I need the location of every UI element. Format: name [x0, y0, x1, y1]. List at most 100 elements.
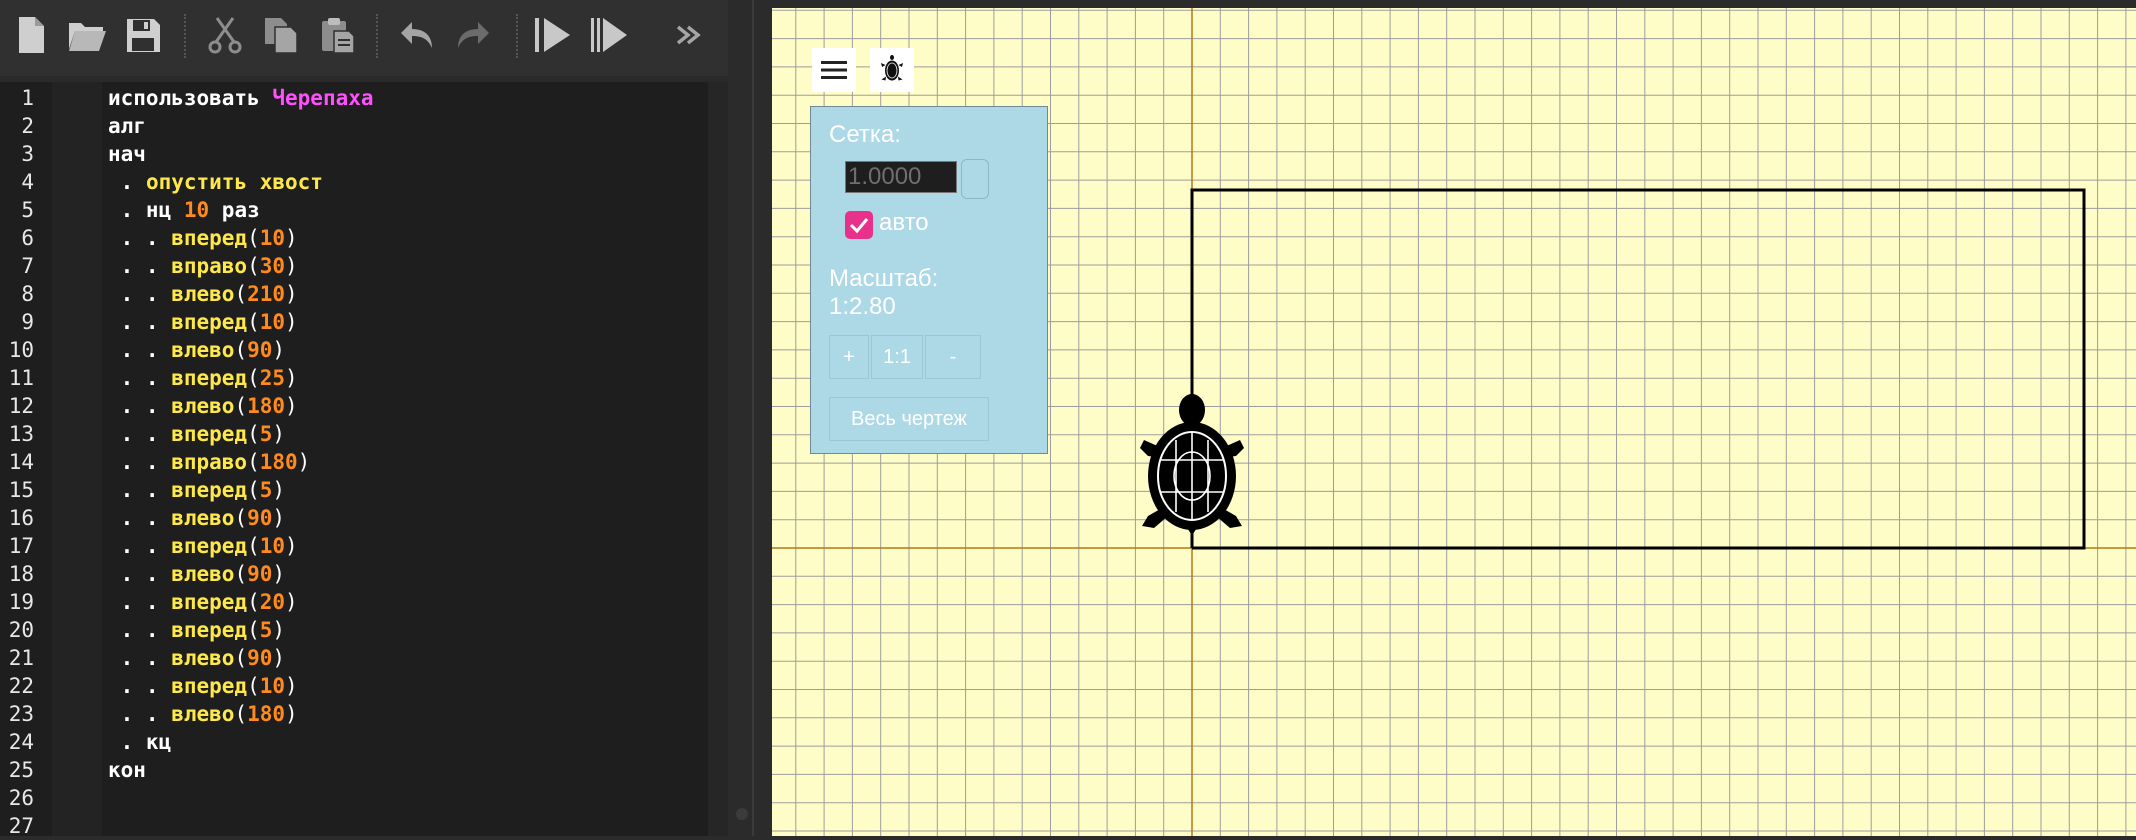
undo-button[interactable] [392, 10, 442, 60]
zoom-in-button[interactable]: + [829, 335, 869, 379]
paste-button[interactable] [312, 10, 362, 60]
line-number: 15 [8, 478, 34, 502]
code-line[interactable]: использовать Черепаха [108, 84, 374, 112]
code-token: 90 [247, 562, 273, 586]
code-line[interactable]: . . вперед(10) [108, 672, 298, 700]
open-button[interactable] [62, 10, 112, 60]
cut-button[interactable] [200, 10, 250, 60]
code-line[interactable]: . кц [108, 728, 172, 756]
pane-splitter[interactable] [728, 0, 772, 836]
code-line[interactable]: . . влево(90) [108, 504, 285, 532]
new-file-button[interactable] [6, 10, 56, 60]
code-token: . . [108, 422, 172, 446]
code-token: . . [108, 254, 172, 278]
code-line[interactable]: . . вперед(10) [108, 308, 298, 336]
code-line[interactable]: . . влево(90) [108, 560, 285, 588]
code-token: влево [171, 646, 235, 670]
code-token: ( [247, 422, 260, 446]
code-line[interactable]: . . вперед(5) [108, 420, 285, 448]
code-token: . . [108, 394, 172, 418]
code-token: . . [108, 478, 172, 502]
line-number: 13 [8, 422, 34, 446]
code-token: . . [108, 674, 172, 698]
grid-step-spinner[interactable] [961, 159, 989, 199]
line-number: 3 [21, 142, 34, 166]
code-token: вперед [171, 366, 248, 390]
code-token: 90 [247, 338, 273, 362]
editor-scrollbar[interactable] [708, 82, 728, 836]
code-line[interactable]: кон [108, 756, 146, 784]
copy-icon [265, 18, 298, 54]
line-number: 10 [8, 338, 34, 362]
auto-grid-checkbox[interactable] [845, 211, 873, 239]
auto-label: авто [879, 209, 929, 236]
code-token: 90 [247, 646, 273, 670]
code-line[interactable]: . . вправо(180) [108, 448, 311, 476]
toolbar-separator [184, 14, 186, 58]
code-token: ) [272, 618, 286, 642]
code-editor[interactable]: использовать Черепаха алг нач . опустить х… [102, 82, 708, 836]
code-line[interactable]: . . вправо(30) [108, 252, 298, 280]
whole-drawing-button[interactable]: Весь чертеж [829, 397, 989, 441]
zoom-out-button[interactable]: - [925, 335, 981, 379]
code-token: . нц [108, 198, 184, 222]
code-line[interactable]: . . вперед(5) [108, 476, 285, 504]
splitter-handle[interactable] [736, 808, 748, 820]
copy-button[interactable] [256, 10, 306, 60]
code-token: . . [108, 310, 172, 334]
code-line[interactable]: . опустить хвост [108, 168, 323, 196]
code-line[interactable]: . . влево(90) [108, 644, 285, 672]
code-token: алг [108, 114, 146, 138]
code-token: вперед [171, 422, 248, 446]
code-token: ( [247, 450, 260, 474]
line-number: 18 [8, 562, 34, 586]
code-token: ) [285, 702, 298, 726]
undo-icon [401, 22, 432, 48]
code-token: влево [171, 338, 235, 362]
code-token: вперед [171, 618, 248, 642]
code-token: ( [234, 506, 248, 530]
line-number: 5 [21, 198, 34, 222]
line-number: 23 [8, 702, 34, 726]
code-line[interactable]: . . вперед(10) [108, 224, 298, 252]
code-token: ) [272, 478, 286, 502]
code-line[interactable]: . . влево(210) [108, 280, 298, 308]
code-token: ) [285, 674, 298, 698]
code-line[interactable]: . . вперед(5) [108, 616, 285, 644]
redo-button[interactable] [448, 10, 498, 60]
turtle-button[interactable] [870, 48, 914, 92]
code-token: . . [108, 338, 172, 362]
code-line[interactable]: . . влево(180) [108, 700, 298, 728]
menu-button[interactable] [812, 48, 856, 92]
save-button[interactable] [118, 10, 168, 60]
zoom-reset-button[interactable]: 1:1 [871, 335, 923, 379]
code-token: использовать [108, 86, 273, 110]
code-line[interactable]: алг [108, 112, 146, 140]
line-number: 6 [21, 226, 34, 250]
turtle-icon [881, 55, 903, 81]
code-line[interactable]: . . вперед(10) [108, 532, 298, 560]
code-token: ( [247, 366, 260, 390]
line-number: 14 [8, 450, 34, 474]
code-token: ( [247, 618, 260, 642]
code-token: ( [234, 394, 248, 418]
code-line[interactable]: . нц 10 раз [108, 196, 260, 224]
line-number: 4 [21, 170, 34, 194]
code-line[interactable]: нач [108, 140, 146, 168]
code-token: ( [247, 674, 260, 698]
code-token: 180 [259, 450, 298, 474]
grid-label: Сетка: [829, 121, 901, 148]
run-button[interactable] [528, 10, 578, 60]
code-token: 10 [259, 534, 286, 558]
code-line[interactable]: . . вперед(25) [108, 364, 298, 392]
code-line[interactable]: . . влево(90) [108, 336, 285, 364]
code-token: вперед [171, 674, 248, 698]
code-token: ) [272, 562, 286, 586]
grid-step-input[interactable] [845, 161, 957, 193]
more-button[interactable] [666, 10, 716, 60]
code-line[interactable]: . . влево(180) [108, 392, 298, 420]
code-line[interactable]: . . вперед(20) [108, 588, 298, 616]
code-token: ( [234, 646, 248, 670]
line-number: 11 [8, 366, 34, 390]
step-run-button[interactable] [584, 10, 634, 60]
